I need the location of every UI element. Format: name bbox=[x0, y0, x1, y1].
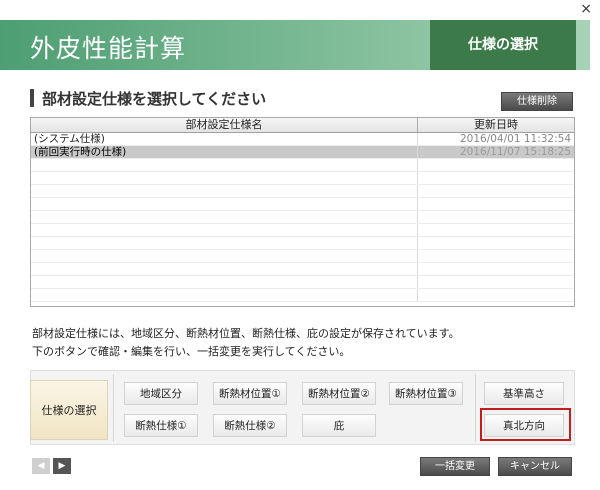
insulation-spec-1-button[interactable]: 断熱仕様① bbox=[124, 414, 198, 437]
app-header: 外皮性能計算 仕様の選択 bbox=[0, 20, 590, 70]
cancel-button[interactable]: キャンセル bbox=[498, 457, 572, 476]
insulation-position-2-button[interactable]: 断熱材位置② bbox=[302, 382, 376, 405]
empty-row bbox=[31, 263, 574, 276]
description-text: 部材設定仕様には、地域区分、断熱材位置、断熱仕様、庇の設定が保存されています。 … bbox=[32, 325, 460, 361]
empty-row bbox=[31, 172, 574, 185]
region-button[interactable]: 地域区分 bbox=[124, 382, 198, 405]
close-icon[interactable]: × bbox=[580, 2, 592, 16]
insulation-position-1-button[interactable]: 断熱材位置① bbox=[213, 382, 287, 405]
bulk-change-button[interactable]: 一括変更 bbox=[420, 457, 490, 476]
row-date: 2016/11/07 15:18:25 bbox=[459, 146, 571, 158]
empty-row bbox=[31, 276, 574, 289]
section-title: 部材設定仕様を選択してください bbox=[42, 90, 267, 108]
prev-page-icon[interactable]: ◀ bbox=[32, 458, 50, 474]
row-date: 2016/04/01 11:32:54 bbox=[459, 133, 571, 145]
spec-list[interactable]: 部材設定仕様名 更新日時 (システム仕様) 2016/04/01 11:32:5… bbox=[30, 117, 575, 307]
eaves-button[interactable]: 庇 bbox=[302, 414, 376, 437]
row-name: (システム仕様) bbox=[31, 133, 418, 145]
panel-divider bbox=[113, 374, 114, 442]
list-row[interactable]: (システム仕様) 2016/04/01 11:32:54 bbox=[31, 133, 574, 146]
empty-row bbox=[31, 224, 574, 237]
reference-height-button[interactable]: 基準高さ bbox=[484, 382, 564, 405]
true-north-button[interactable]: 真北方向 bbox=[484, 414, 564, 437]
empty-row bbox=[31, 250, 574, 263]
column-header-date[interactable]: 更新日時 bbox=[418, 118, 574, 132]
list-header: 部材設定仕様名 更新日時 bbox=[31, 118, 574, 133]
empty-row bbox=[31, 185, 574, 198]
description-line-1: 部材設定仕様には、地域区分、断熱材位置、断熱仕様、庇の設定が保存されています。 bbox=[32, 327, 460, 340]
empty-row bbox=[31, 237, 574, 250]
insulation-position-3-button[interactable]: 断熱材位置③ bbox=[389, 382, 463, 405]
panel-divider bbox=[475, 374, 476, 442]
empty-row bbox=[31, 211, 574, 224]
next-page-icon[interactable]: ▶ bbox=[53, 458, 71, 474]
app-title: 外皮性能計算 bbox=[30, 34, 187, 63]
row-name: (前回実行時の仕様) bbox=[31, 146, 418, 158]
step-tab-spec-select: 仕様の選択 bbox=[430, 20, 576, 70]
section-marker bbox=[30, 89, 34, 107]
empty-row bbox=[31, 159, 574, 172]
delete-spec-button[interactable]: 仕様削除 bbox=[501, 92, 573, 111]
column-header-name[interactable]: 部材設定仕様名 bbox=[31, 118, 418, 132]
empty-row bbox=[31, 198, 574, 211]
insulation-spec-2-button[interactable]: 断熱仕様② bbox=[213, 414, 287, 437]
description-line-2: 下のボタンで確認・編集を行い、一括変更を実行してください。 bbox=[32, 345, 351, 358]
spec-select-button[interactable]: 仕様の選択 bbox=[30, 380, 108, 440]
list-row-selected[interactable]: (前回実行時の仕様) 2016/11/07 15:18:25 bbox=[31, 146, 574, 159]
empty-row bbox=[31, 289, 574, 302]
